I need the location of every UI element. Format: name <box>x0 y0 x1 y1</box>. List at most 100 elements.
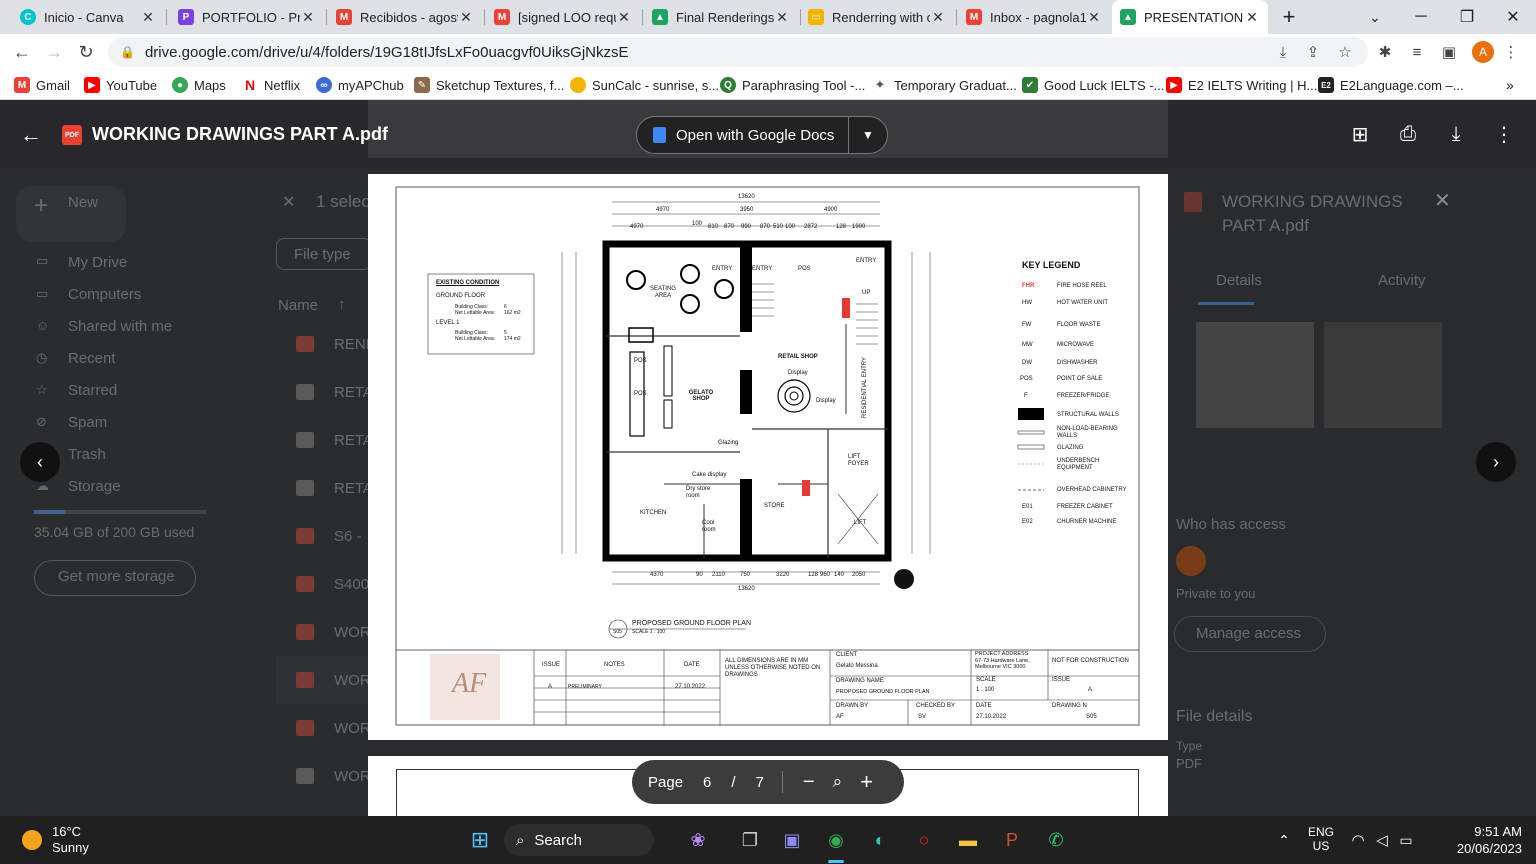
file-explorer-icon[interactable]: ▬ <box>950 822 986 858</box>
side-panel-icon[interactable]: ▣ <box>1434 34 1464 70</box>
bookmark-myapchub[interactable]: ∞ myAPChub <box>316 70 404 100</box>
tab-renderring[interactable]: ▭ Renderring with c ✕ <box>800 0 954 34</box>
bookmark-suncalc[interactable]: ● SunCalc - sunrise, s... <box>570 70 719 100</box>
nav-recent[interactable]: Recent <box>68 350 116 367</box>
tab-activity[interactable]: Activity <box>1378 272 1426 289</box>
media-icon[interactable]: ≡ <box>1402 34 1432 70</box>
bookmark-maps[interactable]: ● Maps <box>172 70 226 100</box>
whatsapp-icon[interactable]: ✆ <box>1038 822 1074 858</box>
tab-search-icon[interactable]: ⌄ <box>1352 0 1398 34</box>
edge-icon[interactable]: ◐ <box>862 822 898 858</box>
bookmark-star-icon[interactable]: ☆ <box>1330 34 1360 70</box>
forward-icon[interactable]: → <box>38 34 70 70</box>
tab-canva[interactable]: C Inicio - Canva ✕ <box>12 0 164 34</box>
bookmark-e2-ielts[interactable]: ▶ E2 IELTS Writing | H... <box>1166 70 1317 100</box>
bookmark-netflix[interactable]: N Netflix <box>242 70 300 100</box>
bookmark-e2language[interactable]: E2 E2Language.com –... <box>1318 70 1464 100</box>
bookmark-sketchup[interactable]: ✎ Sketchup Textures, f... <box>414 70 564 100</box>
sort-arrow-icon[interactable]: ↑ <box>338 296 346 313</box>
file-name[interactable]: S6 - <box>334 528 362 545</box>
tab-final-renderings[interactable]: ▲ Final Renderings ✕ <box>644 0 798 34</box>
tab-portfolio[interactable]: P PORTFOLIO - Pre ✕ <box>170 0 324 34</box>
teams-icon[interactable]: ▣ <box>774 822 810 858</box>
bookmark-good-luck-ielts[interactable]: ✔ Good Luck IELTS -... <box>1022 70 1164 100</box>
close-icon[interactable]: ✕ <box>1244 9 1260 26</box>
file-name[interactable]: WOR <box>334 624 371 641</box>
clear-selection-icon[interactable]: ✕ <box>282 192 295 212</box>
task-view-icon[interactable]: ❐ <box>732 822 768 858</box>
maximize-icon[interactable]: ❐ <box>1444 0 1490 34</box>
powerpoint-icon[interactable]: P <box>994 822 1030 858</box>
close-icon[interactable]: ✕ <box>458 9 474 26</box>
tab-details[interactable]: Details <box>1216 272 1262 289</box>
download-icon[interactable]: ⤓ <box>1440 118 1472 150</box>
close-window-icon[interactable]: ✕ <box>1490 0 1536 34</box>
file-name[interactable]: WOR <box>334 768 371 785</box>
weather[interactable]: Sunny <box>52 840 89 855</box>
dim-label: 128 <box>836 224 847 230</box>
bookmark-paraphrasing[interactable]: Q Paraphrasing Tool -... <box>720 70 865 100</box>
tab-signed-loo[interactable]: M [signed LOO requ ✕ <box>486 0 640 34</box>
close-icon[interactable]: ✕ <box>930 9 946 26</box>
language-indicator[interactable]: ENG US <box>1308 825 1334 853</box>
print-icon[interactable]: ⎙ <box>1392 118 1424 150</box>
open-with-button[interactable]: Open with Google Docs ▼ <box>636 116 888 154</box>
zoom-out-icon[interactable]: − <box>803 771 815 794</box>
widgets-icon[interactable]: ❀ <box>676 822 720 858</box>
room-cool: Cool room <box>702 520 716 533</box>
extensions-icon[interactable]: ✱ <box>1370 34 1400 70</box>
tab-inbox[interactable]: M Inbox - pagnola1 ✕ <box>958 0 1110 34</box>
search-box[interactable]: ⌕ Search <box>504 824 654 856</box>
menu-icon[interactable]: ⋮ <box>1496 34 1526 70</box>
nav-shared[interactable]: Shared with me <box>68 318 172 335</box>
bookmark-youtube[interactable]: ▶ YouTube <box>84 70 157 100</box>
close-details-icon[interactable]: ✕ <box>1434 188 1451 213</box>
chrome-icon[interactable]: ◉ <box>818 822 854 858</box>
add-comment-icon[interactable]: ⊞ <box>1344 118 1376 150</box>
opera-icon[interactable]: ○ <box>906 822 942 858</box>
file-name[interactable]: WOR <box>334 720 371 737</box>
legend-symbol: MW <box>1022 342 1033 348</box>
nav-storage[interactable]: Storage <box>68 478 121 495</box>
close-icon[interactable]: ✕ <box>140 9 156 26</box>
nav-spam[interactable]: Spam <box>68 414 107 431</box>
close-icon[interactable]: ✕ <box>300 9 316 26</box>
file-name[interactable]: S400 <box>334 576 369 593</box>
chevron-up-icon[interactable]: ⌃ <box>1266 822 1302 858</box>
nav-trash[interactable]: Trash <box>68 446 106 463</box>
temperature[interactable]: 16°C <box>52 824 81 839</box>
bookmark-gmail[interactable]: M Gmail <box>14 70 70 100</box>
minimize-icon[interactable]: ─ <box>1398 0 1444 34</box>
more-options-icon[interactable]: ⋮ <box>1488 118 1520 150</box>
page-current[interactable]: 6 <box>703 774 711 791</box>
share-icon[interactable]: ⇪ <box>1298 34 1328 70</box>
install-icon[interactable]: ⤓ <box>1268 34 1298 70</box>
zoom-in-icon[interactable]: + <box>860 769 873 795</box>
clock[interactable]: 9:51 AM 20/06/2023 <box>1430 824 1522 856</box>
tab-presentation[interactable]: ▲ PRESENTATION - ✕ <box>1112 0 1268 34</box>
profile-avatar[interactable]: A <box>1472 41 1494 63</box>
url-field[interactable]: 🔒 drive.google.com/drive/u/4/folders/19G1… <box>108 37 1368 67</box>
windows-start-icon[interactable]: ⊞ <box>462 822 498 858</box>
nav-my-drive[interactable]: My Drive <box>68 254 127 271</box>
reload-icon[interactable]: ↻ <box>70 34 102 70</box>
nav-starred[interactable]: Starred <box>68 382 117 399</box>
nav-computers[interactable]: Computers <box>68 286 141 303</box>
dropdown-caret-icon[interactable]: ▼ <box>849 128 887 142</box>
next-file-icon[interactable]: › <box>1476 442 1516 482</box>
close-icon[interactable]: ✕ <box>616 9 632 26</box>
pdf-icon <box>296 528 314 544</box>
close-icon[interactable]: ✕ <box>1086 9 1102 26</box>
tab-recibidos[interactable]: M Recibidos - agost ✕ <box>328 0 482 34</box>
new-tab-icon[interactable]: + <box>1266 0 1312 34</box>
battery-icon[interactable]: ▭ <box>1388 822 1424 858</box>
previous-file-icon[interactable]: ‹ <box>20 442 60 482</box>
back-icon[interactable]: ← <box>6 34 38 70</box>
dim-label: 128 <box>808 572 819 578</box>
close-icon[interactable]: ✕ <box>774 9 790 26</box>
bookmark-temporary-graduate[interactable]: ✦ Temporary Graduat... <box>872 70 1017 100</box>
file-name[interactable]: WOR <box>334 672 371 689</box>
more-bookmarks-icon[interactable]: » <box>1506 70 1514 100</box>
back-arrow-icon[interactable]: ← <box>20 122 42 148</box>
name-column[interactable]: Name <box>278 297 318 314</box>
